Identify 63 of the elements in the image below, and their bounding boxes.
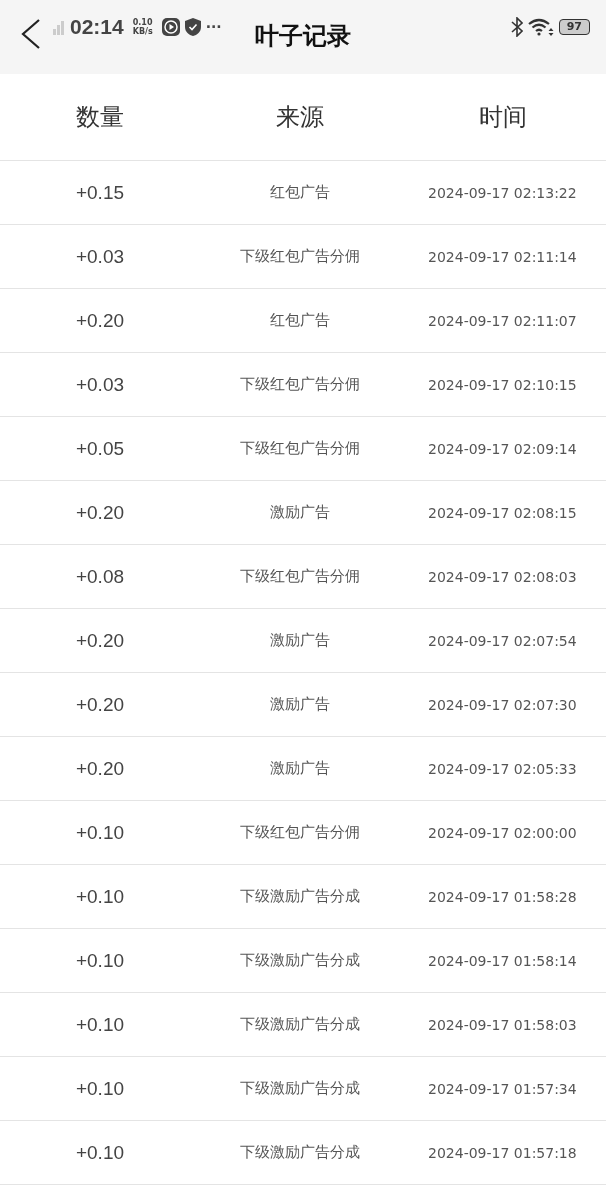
time-cell: 2024-09-17 01:58:03 [428, 1016, 577, 1033]
battery-indicator: 97 [558, 19, 590, 35]
clock-time: 02:14 [70, 15, 124, 39]
wifi-icon [527, 18, 554, 36]
time-cell: 2024-09-17 02:13:22 [428, 184, 577, 201]
source-cell: 下级激励广告分成 [240, 1143, 360, 1161]
more-dots: ··· [205, 19, 222, 35]
source-cell: 下级红包广告分佣 [240, 375, 360, 393]
time-cell: 2024-09-17 01:57:34 [428, 1080, 577, 1097]
column-header: 数量 [76, 102, 124, 133]
source-cell: 激励广告 [270, 759, 330, 777]
amount-cell: +0.20 [75, 310, 125, 331]
amount-cell: +0.05 [75, 438, 125, 459]
time-cell: 2024-09-17 01:57:18 [428, 1144, 577, 1161]
source-cell: 激励广告 [270, 503, 330, 521]
source-cell: 红包广告 [270, 311, 330, 329]
time-cell: 2024-09-17 02:09:14 [428, 440, 577, 457]
amount-cell: +0.20 [75, 630, 125, 651]
amount-cell: +0.08 [75, 566, 125, 587]
time-cell: 2024-09-17 02:11:07 [428, 312, 577, 329]
amount-cell: +0.03 [75, 246, 125, 267]
signal-icon [53, 19, 65, 35]
amount-cell: +0.20 [75, 694, 125, 715]
source-cell: 下级红包广告分佣 [240, 247, 360, 265]
amount-cell: +0.20 [75, 758, 125, 779]
source-cell: 下级激励广告分成 [240, 951, 360, 969]
amount-cell: +0.10 [75, 886, 125, 907]
source-cell: 下级红包广告分佣 [240, 823, 360, 841]
time-cell: 2024-09-17 02:10:15 [428, 376, 577, 393]
time-cell: 2024-09-17 02:07:54 [428, 632, 577, 649]
time-cell: 2024-09-17 02:08:03 [428, 568, 577, 585]
page-title: 叶子记录 [255, 21, 351, 52]
bluetooth-icon [510, 17, 523, 37]
play-icon [161, 18, 180, 36]
speed-unit: KB/s [132, 27, 153, 36]
amount-cell: +0.03 [75, 374, 125, 395]
time-cell: 2024-09-17 02:05:33 [428, 760, 577, 777]
network-speed: 0.10 [132, 18, 153, 27]
amount-cell: +0.10 [75, 1142, 125, 1163]
source-cell: 激励广告 [270, 695, 330, 713]
shield-icon [184, 18, 201, 36]
source-cell: 下级激励广告分成 [240, 1079, 360, 1097]
amount-cell: +0.10 [75, 1014, 125, 1035]
source-cell: 下级红包广告分佣 [240, 567, 360, 585]
source-cell: 下级红包广告分佣 [240, 439, 360, 457]
time-cell: 2024-09-17 02:07:30 [428, 696, 577, 713]
source-cell: 下级激励广告分成 [240, 887, 360, 905]
source-cell: 红包广告 [270, 183, 330, 201]
column-header: 来源 [276, 102, 324, 133]
column-header: 时间 [479, 102, 527, 133]
amount-cell: +0.10 [75, 1078, 125, 1099]
amount-cell: +0.10 [75, 822, 125, 843]
source-cell: 下级激励广告分成 [240, 1015, 360, 1033]
source-cell: 激励广告 [270, 631, 330, 649]
time-cell: 2024-09-17 01:58:28 [428, 888, 577, 905]
back-icon[interactable] [20, 18, 42, 50]
time-cell: 2024-09-17 02:08:15 [428, 504, 577, 521]
time-cell: 2024-09-17 01:58:14 [428, 952, 577, 969]
amount-cell: +0.10 [75, 950, 125, 971]
amount-cell: +0.20 [75, 502, 125, 523]
time-cell: 2024-09-17 02:11:14 [428, 248, 577, 265]
time-cell: 2024-09-17 02:00:00 [428, 824, 577, 841]
amount-cell: +0.15 [75, 182, 125, 203]
